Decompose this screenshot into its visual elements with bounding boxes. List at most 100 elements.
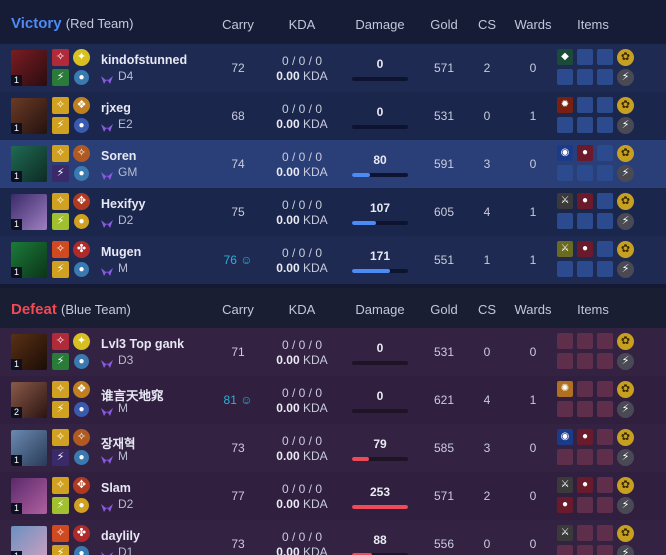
summoner-spell-icon[interactable]: ⚡ [52, 69, 69, 86]
empty-item-slot[interactable] [577, 545, 593, 555]
summoner-name[interactable]: daylily [101, 529, 140, 543]
empty-item-slot[interactable] [597, 117, 613, 133]
boots-icon[interactable]: ⚡ [617, 353, 634, 370]
summoner-spell-icon[interactable]: ⚡ [52, 497, 69, 514]
player-row[interactable]: 1 ✧ ⚡ ✤ ● daylily D1 73 0 / 0 / 00.00 KDA 88 556 0 0… [0, 520, 666, 555]
summoner-spell-icon[interactable]: ⚡ [52, 449, 69, 466]
empty-item-slot[interactable] [597, 193, 613, 209]
player-row[interactable]: 1 ✧ ⚡ ✥ ● Slam D2 77 0 / 0 / 0 0.00 KDA 253 571 2 0 ⚔ ●… [0, 472, 666, 520]
item-icon[interactable]: ◉ [557, 145, 573, 161]
summoner-spell-icon[interactable]: ⚡ [52, 165, 69, 182]
empty-item-slot[interactable] [597, 401, 613, 417]
empty-item-slot[interactable] [557, 401, 573, 417]
item-icon[interactable]: ⚔ [557, 525, 573, 541]
champion-portrait[interactable]: 1 [11, 50, 47, 86]
boots-icon[interactable]: ⚡ [617, 449, 634, 466]
summoner-spell-icon[interactable]: ✧ [52, 49, 69, 66]
trinket-icon[interactable]: ✿ [617, 97, 634, 114]
secondary-rune-icon[interactable]: ● [74, 354, 89, 369]
boots-icon[interactable]: ⚡ [617, 213, 634, 230]
champion-portrait[interactable]: 1 [11, 98, 47, 134]
item-icon[interactable]: ● [577, 241, 593, 257]
empty-item-slot[interactable] [597, 333, 613, 349]
champion-portrait[interactable]: 1 [11, 526, 47, 555]
secondary-rune-icon[interactable]: ● [74, 70, 89, 85]
primary-rune-icon[interactable]: ✦ [73, 333, 90, 350]
empty-item-slot[interactable] [597, 69, 613, 85]
trinket-icon[interactable]: ✿ [617, 49, 634, 66]
summoner-spell-icon[interactable]: ✧ [52, 381, 69, 398]
empty-item-slot[interactable] [577, 353, 593, 369]
trinket-icon[interactable]: ✿ [617, 525, 634, 542]
item-icon[interactable]: ⚔ [557, 477, 573, 493]
primary-rune-icon[interactable]: ❖ [73, 381, 90, 398]
item-icon[interactable]: ⚔ [557, 241, 573, 257]
empty-item-slot[interactable] [577, 333, 593, 349]
summoner-name[interactable]: Slam [101, 481, 131, 495]
item-icon[interactable]: ● [577, 429, 593, 445]
trinket-icon[interactable]: ✿ [617, 193, 634, 210]
trinket-icon[interactable]: ✿ [617, 381, 634, 398]
empty-item-slot[interactable] [557, 213, 573, 229]
empty-item-slot[interactable] [597, 97, 613, 113]
champion-portrait[interactable]: 1 [11, 194, 47, 230]
summoner-spell-icon[interactable]: ⚡ [52, 545, 69, 555]
empty-item-slot[interactable] [597, 49, 613, 65]
primary-rune-icon[interactable]: ✦ [73, 49, 90, 66]
summoner-spell-icon[interactable]: ✧ [52, 97, 69, 114]
summoner-spell-icon[interactable]: ✧ [52, 333, 69, 350]
empty-item-slot[interactable] [577, 525, 593, 541]
summoner-spell-icon[interactable]: ⚡ [52, 261, 69, 278]
secondary-rune-icon[interactable]: ● [74, 214, 89, 229]
empty-item-slot[interactable] [577, 213, 593, 229]
champion-portrait[interactable]: 2 [11, 382, 47, 418]
primary-rune-icon[interactable]: ✥ [73, 477, 90, 494]
item-icon[interactable]: ⚔ [557, 193, 573, 209]
secondary-rune-icon[interactable]: ● [74, 546, 89, 555]
trinket-icon[interactable]: ✿ [617, 477, 634, 494]
empty-item-slot[interactable] [597, 449, 613, 465]
primary-rune-icon[interactable]: ✧ [73, 429, 90, 446]
trinket-icon[interactable]: ✿ [617, 145, 634, 162]
summoner-spell-icon[interactable]: ✧ [52, 193, 69, 210]
empty-item-slot[interactable] [597, 545, 613, 555]
summoner-name[interactable]: rjxeg [101, 101, 131, 115]
item-icon[interactable]: ✹ [557, 97, 573, 113]
item-icon[interactable]: ◉ [557, 429, 573, 445]
column-header-damage[interactable]: Damage [350, 17, 410, 32]
summoner-name[interactable]: kindofstunned [101, 53, 187, 67]
summoner-spell-icon[interactable]: ✧ [52, 477, 69, 494]
empty-item-slot[interactable] [597, 241, 613, 257]
empty-item-slot[interactable] [577, 401, 593, 417]
empty-item-slot[interactable] [577, 165, 593, 181]
secondary-rune-icon[interactable]: ● [74, 166, 89, 181]
summoner-name[interactable]: Lvl3 Top gank [101, 337, 184, 351]
column-header-kda[interactable]: KDA [262, 17, 342, 32]
primary-rune-icon[interactable]: ✤ [73, 525, 90, 542]
boots-icon[interactable]: ⚡ [617, 545, 634, 555]
column-header-damage[interactable]: Damage [350, 302, 410, 317]
empty-item-slot[interactable] [597, 429, 613, 445]
player-row[interactable]: 1 ✧ ⚡ ❖ ● rjxeg E2 68 0 / 0 / 0 0.00 KDA 0 531 0 1 ✹ ✿ ⚡ [0, 92, 666, 140]
boots-icon[interactable]: ⚡ [617, 497, 634, 514]
player-row[interactable]: 1 ✧ ⚡ ✧ ● 장재혁 M 73 0 / 0 / 0 0.00 KDA 79 585 3 0 ◉ ● ✿ ⚡ [0, 424, 666, 472]
empty-item-slot[interactable] [557, 449, 573, 465]
empty-item-slot[interactable] [597, 477, 613, 493]
champion-portrait[interactable]: 1 [11, 430, 47, 466]
empty-item-slot[interactable] [597, 145, 613, 161]
empty-item-slot[interactable] [557, 545, 573, 555]
boots-icon[interactable]: ⚡ [617, 165, 634, 182]
empty-item-slot[interactable] [577, 497, 593, 513]
column-header-gold[interactable]: Gold [424, 302, 464, 317]
summoner-spell-icon[interactable]: ✧ [52, 429, 69, 446]
column-header-cs[interactable]: CS [472, 17, 502, 32]
column-header-wards[interactable]: Wards [510, 17, 556, 32]
secondary-rune-icon[interactable]: ● [74, 498, 89, 513]
empty-item-slot[interactable] [557, 69, 573, 85]
empty-item-slot[interactable] [557, 165, 573, 181]
empty-item-slot[interactable] [577, 97, 593, 113]
secondary-rune-icon[interactable]: ● [74, 262, 89, 277]
boots-icon[interactable]: ⚡ [617, 69, 634, 86]
player-row[interactable]: 1 ✧ ⚡ ✤ ● Mugen M 76 ☺ 0 / 0 / 0 0.00 KDA 171 551 1 1… [0, 236, 666, 284]
empty-item-slot[interactable] [597, 213, 613, 229]
